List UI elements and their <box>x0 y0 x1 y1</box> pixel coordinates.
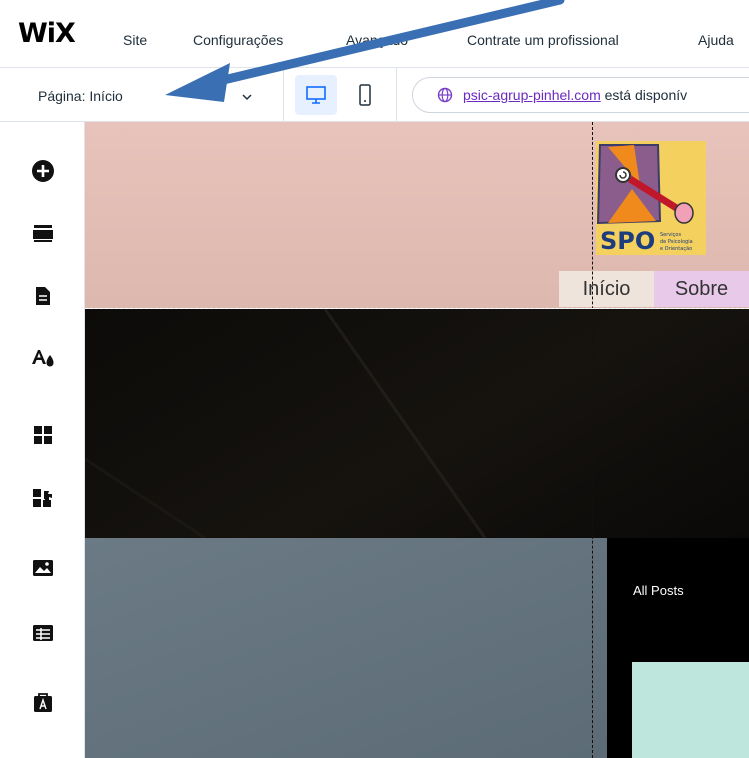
wix-editor: WiX Site Configurações Avançado Contrate… <box>0 0 749 758</box>
apps-icon <box>34 426 52 444</box>
menu-ajuda[interactable]: Ajuda <box>698 32 734 48</box>
domain-link[interactable]: psic-agrup-pinhel.com <box>463 87 601 103</box>
sections-icon <box>33 225 53 242</box>
media-button[interactable] <box>30 555 56 581</box>
nav-item-sobre[interactable]: Sobre <box>654 271 749 307</box>
section-divider-line <box>85 308 749 309</box>
domain-availability-text: psic-agrup-pinhel.com está disponív <box>463 87 687 103</box>
left-tool-rail <box>0 122 85 758</box>
editor-toolbar: Página: Início psic-agrup-pinhel.com est… <box>0 68 749 122</box>
page-selector[interactable]: Página: Início <box>38 88 123 104</box>
theme-button[interactable] <box>30 345 56 371</box>
wix-logo[interactable]: WiX <box>18 18 76 49</box>
add-elements-button[interactable] <box>30 158 56 184</box>
pages-button[interactable] <box>30 283 56 309</box>
top-menu-bar: WiX Site Configurações Avançado Contrate… <box>0 0 749 68</box>
pages-icon <box>36 287 50 305</box>
apps-button[interactable] <box>30 422 56 448</box>
all-posts-link[interactable]: All Posts <box>633 583 684 598</box>
menu-avancado[interactable]: Avançado <box>346 32 408 48</box>
divider <box>283 68 284 121</box>
domain-status: está disponív <box>600 87 688 103</box>
blog-section[interactable]: All Posts <box>607 538 749 758</box>
domain-bar[interactable]: psic-agrup-pinhel.com está disponív <box>412 77 749 113</box>
blog-post-thumbnail[interactable] <box>632 662 749 758</box>
menu-site[interactable]: Site <box>123 32 147 48</box>
portfolio-icon <box>34 693 52 712</box>
editor-canvas[interactable]: SPO Serviços de Psicologia e Orientação … <box>85 122 749 758</box>
menu-configuracoes[interactable]: Configurações <box>193 32 283 48</box>
media-icon <box>33 560 53 576</box>
desktop-view-button[interactable] <box>295 75 337 115</box>
add-icon <box>32 160 54 182</box>
cms-button[interactable] <box>30 620 56 646</box>
mobile-view-button[interactable] <box>348 75 382 115</box>
theme-icon <box>32 350 54 367</box>
sections-button[interactable] <box>30 220 56 246</box>
svg-text:Serviços: Serviços <box>660 232 681 238</box>
site-header[interactable]: SPO Serviços de Psicologia e Orientação … <box>85 122 749 308</box>
menu-contrate[interactable]: Contrate um profissional <box>467 32 619 48</box>
hero-strip[interactable] <box>85 308 749 540</box>
divider <box>396 68 397 121</box>
globe-icon <box>437 87 453 103</box>
logo-text: SPO <box>600 227 655 255</box>
page-gridline <box>592 122 593 758</box>
add-apps-icon <box>33 489 52 507</box>
mobile-icon <box>359 84 371 106</box>
dark-texture <box>85 308 487 540</box>
add-apps-button[interactable] <box>30 485 56 511</box>
cms-icon <box>33 625 53 641</box>
site-logo[interactable]: SPO Serviços de Psicologia e Orientação <box>596 141 706 255</box>
svg-text:e Orientação: e Orientação <box>660 246 692 252</box>
spo-logo-image: SPO Serviços de Psicologia e Orientação <box>596 141 706 255</box>
desktop-icon <box>306 86 326 104</box>
nav-item-inicio[interactable]: Início <box>559 271 654 307</box>
image-section[interactable] <box>85 538 607 758</box>
portfolio-button[interactable] <box>30 690 56 716</box>
svg-text:de Psicologia: de Psicologia <box>660 239 693 245</box>
chevron-down-icon[interactable] <box>240 90 254 104</box>
